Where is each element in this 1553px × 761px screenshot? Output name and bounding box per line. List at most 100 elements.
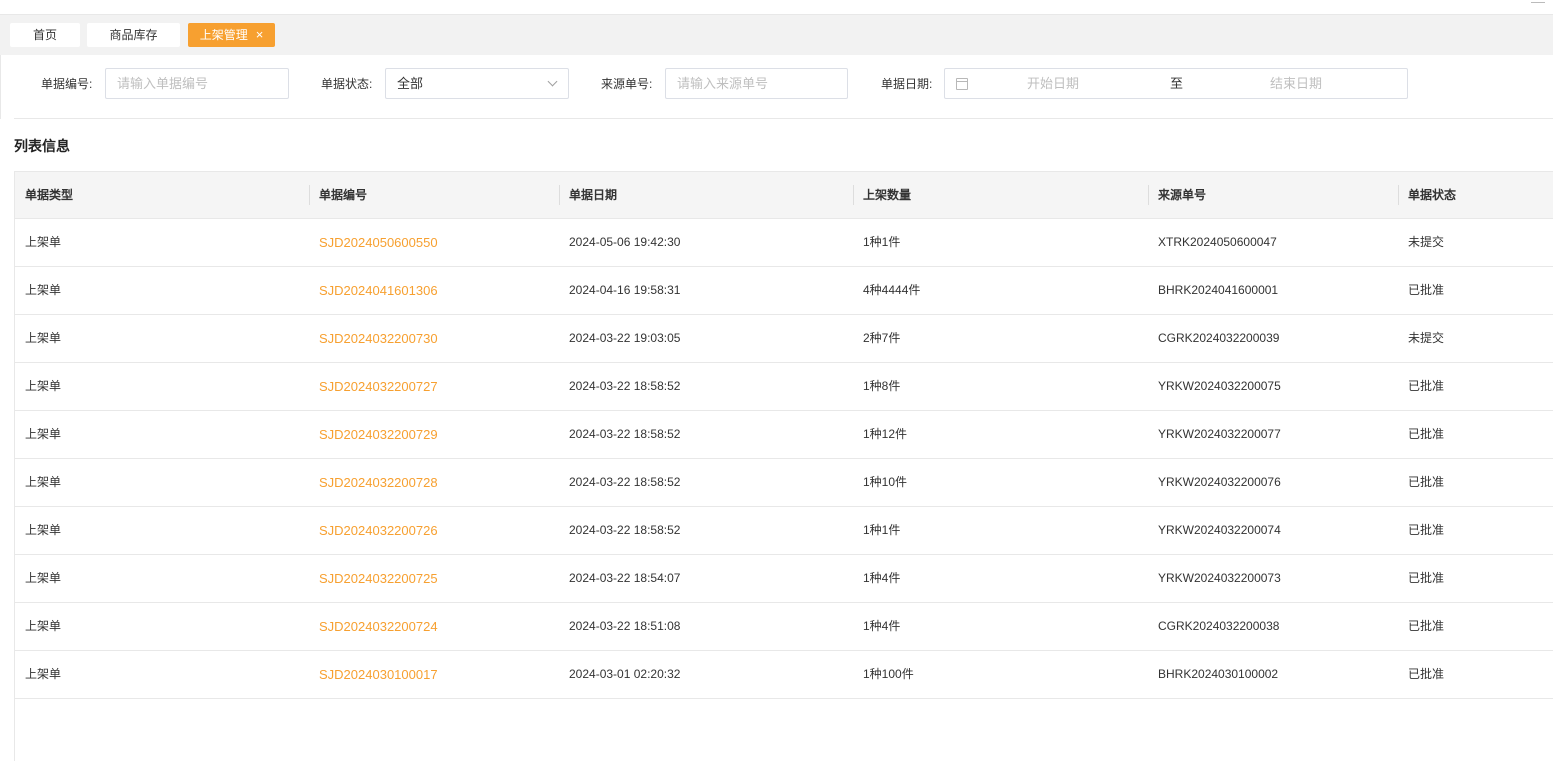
table-row: 上架单 SJD2024032200725 2024-03-22 18:54:07… [15, 555, 1553, 603]
cell-quantity: 1种100件 [863, 667, 914, 681]
table-left-border [14, 698, 15, 761]
data-table: 单据类型 单据编号 单据日期 上架数量 来源单号 单据状态 上架单 SJD202… [14, 171, 1553, 699]
cell-status: 已批准 [1408, 379, 1445, 393]
cell-quantity: 4种4444件 [863, 283, 921, 297]
table-row: 上架单 SJD2024032200724 2024-03-22 18:51:08… [15, 603, 1553, 651]
source-no-label: 来源单号: [601, 77, 653, 91]
cell-type: 上架单 [25, 379, 62, 393]
doc-no-label: 单据编号: [41, 77, 93, 91]
table-row: 上架单 SJD2024032200729 2024-03-22 18:58:52… [15, 411, 1553, 459]
cell-type: 上架单 [25, 571, 62, 585]
cell-type: 上架单 [25, 283, 62, 297]
column-header-status: 单据状态 [1398, 172, 1553, 218]
doc-no-link[interactable]: SJD2024032200725 [309, 555, 559, 602]
doc-no-link[interactable]: SJD2024041601306 [309, 267, 559, 314]
cell-source-no: YRKW2024032200075 [1158, 379, 1281, 393]
chevron-down-icon [547, 76, 558, 87]
table-row: 上架单 SJD2024041601306 2024-04-16 19:58:31… [15, 267, 1553, 315]
tab-inventory-label: 商品库存 [109, 28, 158, 42]
cell-quantity: 1种12件 [863, 427, 908, 441]
doc-no-placeholder: 请输入单据编号 [117, 76, 209, 91]
cell-status: 已批准 [1408, 571, 1445, 585]
section-divider [14, 118, 1553, 119]
filter-bar: 单据编号: 请输入单据编号 单据状态: 全部 来源单号: 请输入来源单号 单据日… [0, 55, 1553, 119]
doc-no-link[interactable]: SJD2024032200724 [309, 603, 559, 650]
table-row: 上架单 SJD2024032200726 2024-03-22 18:58:52… [15, 507, 1553, 555]
table-row: 上架单 SJD2024030100017 2024-03-01 02:20:32… [15, 651, 1553, 699]
tab-inventory[interactable]: 商品库存 [87, 23, 180, 47]
cell-type: 上架单 [25, 667, 62, 681]
tab-bar: 首页 商品库存 上架管理 × [0, 15, 1553, 55]
doc-no-link[interactable]: SJD2024032200727 [309, 363, 559, 410]
cell-source-no: CGRK2024032200038 [1158, 619, 1280, 633]
cell-date: 2024-03-22 18:51:08 [569, 619, 681, 633]
date-end-input[interactable]: 结束日期 [1270, 69, 1322, 98]
cell-status: 已批准 [1408, 619, 1445, 633]
cell-date: 2024-03-22 18:58:52 [569, 379, 681, 393]
doc-date-label: 单据日期: [881, 77, 933, 91]
doc-no-link[interactable]: SJD2024030100017 [309, 651, 559, 698]
cell-type: 上架单 [25, 475, 62, 489]
cell-source-no: YRKW2024032200073 [1158, 571, 1281, 585]
cell-date: 2024-03-22 18:58:52 [569, 427, 681, 441]
column-header-doc-date: 单据日期 [559, 172, 853, 218]
source-no-placeholder: 请输入来源单号 [677, 76, 769, 91]
cell-status: 已批准 [1408, 667, 1445, 681]
section-title: 列表信息 [14, 138, 70, 154]
close-icon[interactable]: × [256, 23, 264, 47]
cell-date: 2024-03-22 18:58:52 [569, 523, 681, 537]
cell-quantity: 2种7件 [863, 331, 901, 345]
doc-no-link[interactable]: SJD2024032200730 [309, 315, 559, 362]
cell-source-no: BHRK2024041600001 [1158, 283, 1279, 297]
status-select-value: 全部 [397, 76, 424, 91]
cell-status: 已批准 [1408, 283, 1445, 297]
date-range-picker[interactable]: 开始日期 至 结束日期 [944, 68, 1408, 99]
cell-status: 未提交 [1408, 235, 1445, 249]
cell-quantity: 1种1件 [863, 523, 901, 537]
cell-date: 2024-05-06 19:42:30 [569, 235, 681, 249]
cell-type: 上架单 [25, 235, 62, 249]
source-no-input[interactable]: 请输入来源单号 [665, 68, 848, 99]
doc-no-link[interactable]: SJD2024032200728 [309, 459, 559, 506]
cell-date: 2024-03-22 18:54:07 [569, 571, 681, 585]
column-header-type: 单据类型 [25, 188, 74, 202]
tab-home[interactable]: 首页 [10, 23, 80, 47]
cell-quantity: 1种10件 [863, 475, 908, 489]
calendar-icon [956, 78, 968, 90]
doc-no-input[interactable]: 请输入单据编号 [105, 68, 289, 99]
cell-date: 2024-03-22 18:58:52 [569, 475, 681, 489]
doc-no-link[interactable]: SJD2024032200726 [309, 507, 559, 554]
cell-type: 上架单 [25, 619, 62, 633]
date-range-separator: 至 [1170, 76, 1184, 91]
window-control-icon[interactable] [1531, 0, 1545, 3]
date-start-input[interactable]: 开始日期 [1027, 69, 1079, 98]
table-row: 上架单 SJD2024032200728 2024-03-22 18:58:52… [15, 459, 1553, 507]
status-select[interactable]: 全部 [385, 68, 569, 99]
cell-quantity: 1种8件 [863, 379, 901, 393]
cell-source-no: BHRK2024030100002 [1158, 667, 1279, 681]
table-header: 单据类型 单据编号 单据日期 上架数量 来源单号 单据状态 [15, 171, 1553, 219]
column-header-quantity: 上架数量 [853, 172, 1148, 218]
cell-source-no: XTRK2024050600047 [1158, 235, 1277, 249]
doc-no-link[interactable]: SJD2024050600550 [309, 219, 559, 266]
cell-quantity: 1种4件 [863, 619, 901, 633]
cell-source-no: YRKW2024032200074 [1158, 523, 1281, 537]
tab-shelving-label: 上架管理 [199, 28, 248, 42]
table-row: 上架单 SJD2024050600550 2024-05-06 19:42:30… [15, 219, 1553, 267]
cell-status: 已批准 [1408, 427, 1445, 441]
tab-shelving-management[interactable]: 上架管理 × [188, 23, 275, 47]
cell-date: 2024-03-22 19:03:05 [569, 331, 681, 345]
cell-quantity: 1种1件 [863, 235, 901, 249]
cell-source-no: YRKW2024032200077 [1158, 427, 1281, 441]
cell-quantity: 1种4件 [863, 571, 901, 585]
tab-home-label: 首页 [32, 28, 57, 42]
table-row: 上架单 SJD2024032200730 2024-03-22 19:03:05… [15, 315, 1553, 363]
column-header-source-no: 来源单号 [1148, 172, 1398, 218]
status-label: 单据状态: [321, 77, 373, 91]
cell-date: 2024-04-16 19:58:31 [569, 283, 681, 297]
top-bar [0, 0, 1553, 15]
doc-no-link[interactable]: SJD2024032200729 [309, 411, 559, 458]
table-row: 上架单 SJD2024032200727 2024-03-22 18:58:52… [15, 363, 1553, 411]
column-header-doc-no: 单据编号 [309, 172, 559, 218]
cell-status: 未提交 [1408, 331, 1445, 345]
